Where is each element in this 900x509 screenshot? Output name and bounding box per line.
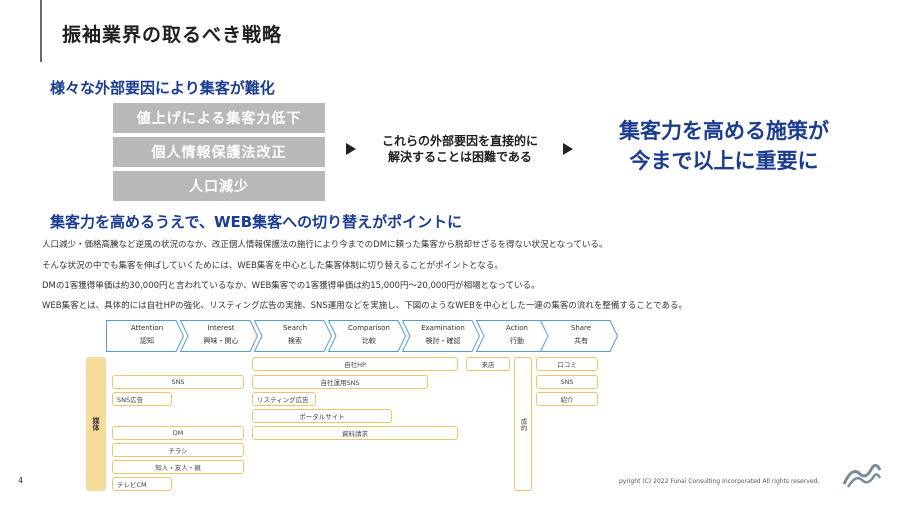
media-box-catalog-request: 資料請求 — [252, 426, 458, 440]
difficulty-statement: これらの外部要因を直接的に 解決することは困難である — [368, 133, 552, 165]
stage-label-en: Attention — [130, 324, 164, 332]
stage-label-en: Share — [570, 324, 592, 332]
media-box-own-hp: 自社HP — [252, 357, 458, 371]
stage-label-jp: 興味・関心 — [203, 337, 239, 345]
conclusion-line-1: 集客力を高める施策が — [619, 119, 829, 143]
paragraph: 人口減少・価格高騰など逆風の状況のなか、改正個人情報保護法の施行により今までのD… — [42, 240, 608, 250]
stage-label-jp: 検索 — [288, 337, 302, 345]
page-title: 振袖業界の取るべき戦略 — [62, 24, 283, 46]
stage-label-jp: 検討・確認 — [425, 337, 461, 345]
factor-privacy-law: 個人情報保護法改正 — [113, 137, 325, 167]
contract-label: 成約 — [519, 417, 527, 431]
stage-label-jp: 比較 — [362, 337, 376, 345]
stage-label-jp: 行動 — [510, 337, 524, 345]
stage-label-en: Action — [506, 324, 528, 332]
flow-stage-examination: Examination 検討・確認 — [402, 320, 480, 352]
flow-stage-search: Search 検索 — [254, 320, 332, 352]
factor-population-decline: 人口減少 — [113, 171, 325, 201]
media-box-listing-ad: リスティング広告 — [252, 392, 316, 406]
media-box-flyer: チラシ — [112, 443, 244, 457]
media-box-tv-cm: テレビCM — [112, 477, 172, 491]
flow-stage-interest: Interest 興味・関心 — [180, 320, 258, 352]
company-logo-icon — [842, 463, 882, 488]
media-category-label: 媒体 — [92, 417, 100, 431]
media-box-store-visit: 来店 — [466, 357, 510, 371]
section1-heading: 様々な外部要因により集客が難化 — [50, 79, 275, 97]
stage-label-en: Interest — [207, 324, 235, 332]
media-box-review: 口コミ — [536, 357, 598, 371]
media-box-portal-site: ポータルサイト — [252, 409, 392, 423]
media-box-introduction: 紹介 — [536, 392, 598, 406]
stage-label-jp: 共有 — [574, 337, 588, 345]
media-category-bar: 媒体 — [86, 357, 106, 491]
paragraph: WEB集客とは、具体的には自社HPの強化、リスティング広告の実施、SNS運用など… — [42, 301, 688, 311]
difficulty-line-1: これらの外部要因を直接的に — [381, 134, 538, 148]
conclusion-statement: 集客力を高める施策が 今まで以上に重要に — [584, 116, 864, 176]
flow-stage-comparison: Comparison 比較 — [328, 320, 406, 352]
paragraph: DMの1客獲得単価は約30,000円と言われているなか、WEB集客での1客獲得単… — [42, 281, 540, 291]
conclusion-line-2: 今まで以上に重要に — [629, 149, 819, 173]
stage-label-en: Comparison — [348, 324, 390, 332]
media-box-share-sns: SNS — [536, 375, 598, 389]
arrow-right-icon — [563, 143, 573, 155]
difficulty-line-2: 解決することは困難である — [388, 150, 532, 164]
stage-label-en: Examination — [421, 324, 465, 332]
media-box-own-sns: 自社運用SNS — [252, 375, 428, 389]
arrow-right-icon — [346, 143, 356, 155]
media-box-sns-ad: SNS広告 — [112, 392, 172, 406]
media-box-referral: 知人・友人・親 — [112, 460, 244, 474]
flow-stage-share: Share 共有 — [540, 320, 618, 352]
factor-price-increase: 値上げによる集客力低下 — [113, 103, 325, 133]
flow-stage-attention: Attention 認知 — [106, 320, 184, 352]
paragraph: そんな状況の中でも集客を伸ばしていくためには、WEB集客を中心とした集客体制に切… — [42, 261, 503, 271]
media-box-contract: 成約 — [514, 357, 532, 491]
title-accent-bar — [40, 0, 42, 62]
page-number: 4 — [18, 476, 24, 485]
media-box-dm: DM — [112, 426, 244, 440]
stage-label-jp: 認知 — [140, 337, 154, 345]
section2-heading: 集客力を高めるうえで、WEB集客への切り替えがポイントに — [50, 213, 463, 231]
media-box-sns: SNS — [112, 375, 244, 389]
stage-label-en: Search — [282, 324, 308, 332]
copyright-text: pyright (C) 2022 Funai Consulting Incorp… — [619, 478, 820, 485]
